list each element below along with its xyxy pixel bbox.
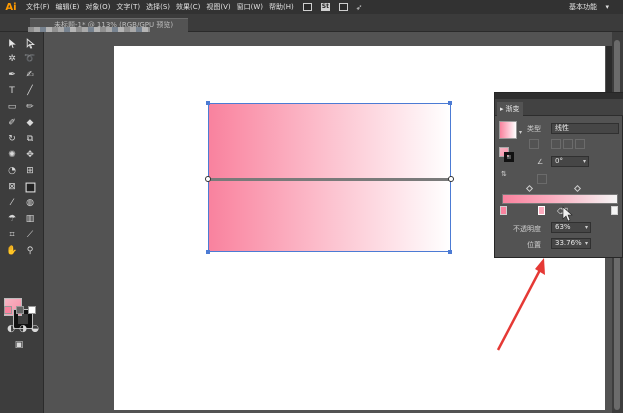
none-mode-icon[interactable] xyxy=(28,306,36,314)
gradient-thumbnail[interactable] xyxy=(499,121,517,139)
midpoint-diamond[interactable] xyxy=(573,184,582,193)
column-graph-icon[interactable]: ▥ xyxy=(23,212,37,226)
menu-effect[interactable]: 效果(C) xyxy=(176,2,200,12)
bridge-icon[interactable] xyxy=(302,3,312,11)
location-label: 位置 xyxy=(527,241,541,249)
bounding-handle[interactable] xyxy=(448,250,452,254)
paintbrush-icon[interactable]: ✏ xyxy=(23,100,37,114)
stroke-across-icon[interactable] xyxy=(575,139,585,149)
hand-tool-icon[interactable]: ✋ xyxy=(5,244,19,258)
angle-field[interactable]: 0° ▾ xyxy=(551,156,589,167)
reverse-gradient-icon[interactable] xyxy=(529,139,539,149)
eraser-icon[interactable]: ◆ xyxy=(23,116,37,130)
free-transform-icon[interactable]: ✥ xyxy=(23,148,37,162)
type-tool-icon[interactable]: T xyxy=(5,84,19,98)
menu-object[interactable]: 对象(O) xyxy=(85,2,110,12)
symbol-sprayer-icon[interactable]: ☂ xyxy=(5,212,19,226)
location-value: 33.76% xyxy=(555,239,582,247)
gradient-type-select[interactable]: 线性 xyxy=(551,123,619,134)
warp-tool-icon[interactable]: ✺ xyxy=(5,148,19,162)
menu-bar: Ai 文件(F) 编辑(E) 对象(O) 文字(T) 选择(S) 效果(C) 视… xyxy=(0,0,623,14)
opacity-value: 63% xyxy=(555,223,571,231)
gradient-annotator[interactable] xyxy=(208,178,451,181)
swap-icon[interactable]: ⇅ xyxy=(501,170,507,178)
collapse-icon[interactable]: ▸ xyxy=(500,103,504,116)
gradient-tool-icon[interactable] xyxy=(23,180,37,194)
chevron-down-icon[interactable]: ▾ xyxy=(519,129,522,136)
bounding-handle[interactable] xyxy=(206,250,210,254)
scale-tool-icon[interactable]: ⧉ xyxy=(23,132,37,146)
magic-wand-icon[interactable]: ✲ xyxy=(5,52,19,66)
eyedropper-icon[interactable]: ⁄ xyxy=(5,196,19,210)
midpoint-diamond[interactable] xyxy=(525,184,534,193)
mesh-tool-icon[interactable]: ⊠ xyxy=(5,180,19,194)
menu-edit[interactable]: 编辑(E) xyxy=(56,2,80,12)
menu-select[interactable]: 选择(S) xyxy=(146,2,170,12)
zoom-tool-icon[interactable]: ⚲ xyxy=(23,244,37,258)
chevron-down-icon[interactable]: ▾ xyxy=(583,157,586,166)
chevron-down-icon[interactable]: ▾ xyxy=(605,0,609,14)
chevron-down-icon[interactable]: ▾ xyxy=(585,223,588,232)
stock-icon[interactable]: St xyxy=(320,3,330,11)
delete-stop-icon[interactable]: ⌫ xyxy=(557,207,568,217)
opacity-field[interactable]: 63% ▾ xyxy=(551,222,591,233)
perspective-grid-icon[interactable]: ⊞ xyxy=(23,164,37,178)
gradient-slider[interactable] xyxy=(502,194,618,204)
direct-selection-tool-icon[interactable] xyxy=(23,36,37,50)
curvature-tool-icon[interactable]: ✍ xyxy=(23,68,37,82)
selection-tool-icon[interactable] xyxy=(5,36,19,50)
menu-file[interactable]: 文件(F) xyxy=(26,2,50,12)
menu-help[interactable]: 帮助(H) xyxy=(269,2,294,12)
gradient-panel: ▸ 渐变 ▾ 类型 线性 ∠ 0° ▾ ⇅ ⌫ 不透明度 63% ▾ 位置 33… xyxy=(494,92,623,258)
draw-inside-icon[interactable]: ◒ xyxy=(28,322,42,336)
artboard-tool-icon[interactable]: ⌗ xyxy=(5,228,19,242)
blend-tool-icon[interactable]: ◍ xyxy=(23,196,37,210)
gradient-annotator-end[interactable] xyxy=(448,176,454,182)
angle-value: 0° xyxy=(555,157,563,165)
gradient-mode-icon[interactable] xyxy=(16,306,24,314)
screen-mode-icon[interactable]: ▣ xyxy=(12,338,26,352)
app-logo: Ai xyxy=(5,1,17,13)
chevron-down-icon[interactable]: ▾ xyxy=(585,239,588,248)
arrange-documents-icon[interactable] xyxy=(338,3,348,11)
line-tool-icon[interactable]: ╱ xyxy=(23,84,37,98)
gradient-panel-tabrow: ▸ 渐变 xyxy=(495,99,623,116)
stroke-swatch-mini[interactable] xyxy=(504,152,514,162)
gpu-performance-icon[interactable]: ➶ xyxy=(356,3,363,12)
location-field[interactable]: 33.76% ▾ xyxy=(551,238,591,249)
menu-type[interactable]: 文字(T) xyxy=(116,2,140,12)
aspect-ratio-icon xyxy=(537,174,547,184)
stroke-along-icon[interactable] xyxy=(563,139,573,149)
tab-gradient[interactable]: ▸ 渐变 xyxy=(497,102,523,116)
bounding-handle[interactable] xyxy=(448,101,452,105)
shaper-tool-icon[interactable]: ✐ xyxy=(5,116,19,130)
rotate-tool-icon[interactable]: ↻ xyxy=(5,132,19,146)
lasso-icon[interactable]: ➰ xyxy=(23,52,37,66)
gradient-stop-selected[interactable] xyxy=(538,206,545,215)
bounding-handle[interactable] xyxy=(206,101,210,105)
pen-tool-icon[interactable]: ✒ xyxy=(5,68,19,82)
slice-tool-icon[interactable]: ⟋ xyxy=(23,228,37,242)
type-label: 类型 xyxy=(527,125,541,133)
menu-window[interactable]: 窗口(W) xyxy=(237,2,263,12)
rectangle-tool-icon[interactable]: ▭ xyxy=(5,100,19,114)
tools-panel: ✲ ➰ ✒ ✍ T ╱ ▭ ✏ ✐ ◆ ↻ ⧉ ✺ ✥ ◔ ⊞ ⊠ ⁄ ◍ ☂ … xyxy=(0,32,44,413)
workspace-switcher[interactable]: 基本功能 xyxy=(569,0,597,14)
gradient-type-value: 线性 xyxy=(555,124,569,132)
angle-icon: ∠ xyxy=(537,158,544,166)
shape-builder-icon[interactable]: ◔ xyxy=(5,164,19,178)
gradient-tab-label: 渐变 xyxy=(505,104,520,113)
stroke-within-icon[interactable] xyxy=(551,139,561,149)
gradient-annotator-start[interactable] xyxy=(205,176,211,182)
gradient-stop[interactable] xyxy=(500,206,507,215)
menu-view[interactable]: 视图(V) xyxy=(206,2,230,12)
gradient-stop[interactable] xyxy=(611,206,618,215)
opacity-label: 不透明度 xyxy=(513,225,541,233)
color-mode-icon[interactable] xyxy=(4,306,12,314)
